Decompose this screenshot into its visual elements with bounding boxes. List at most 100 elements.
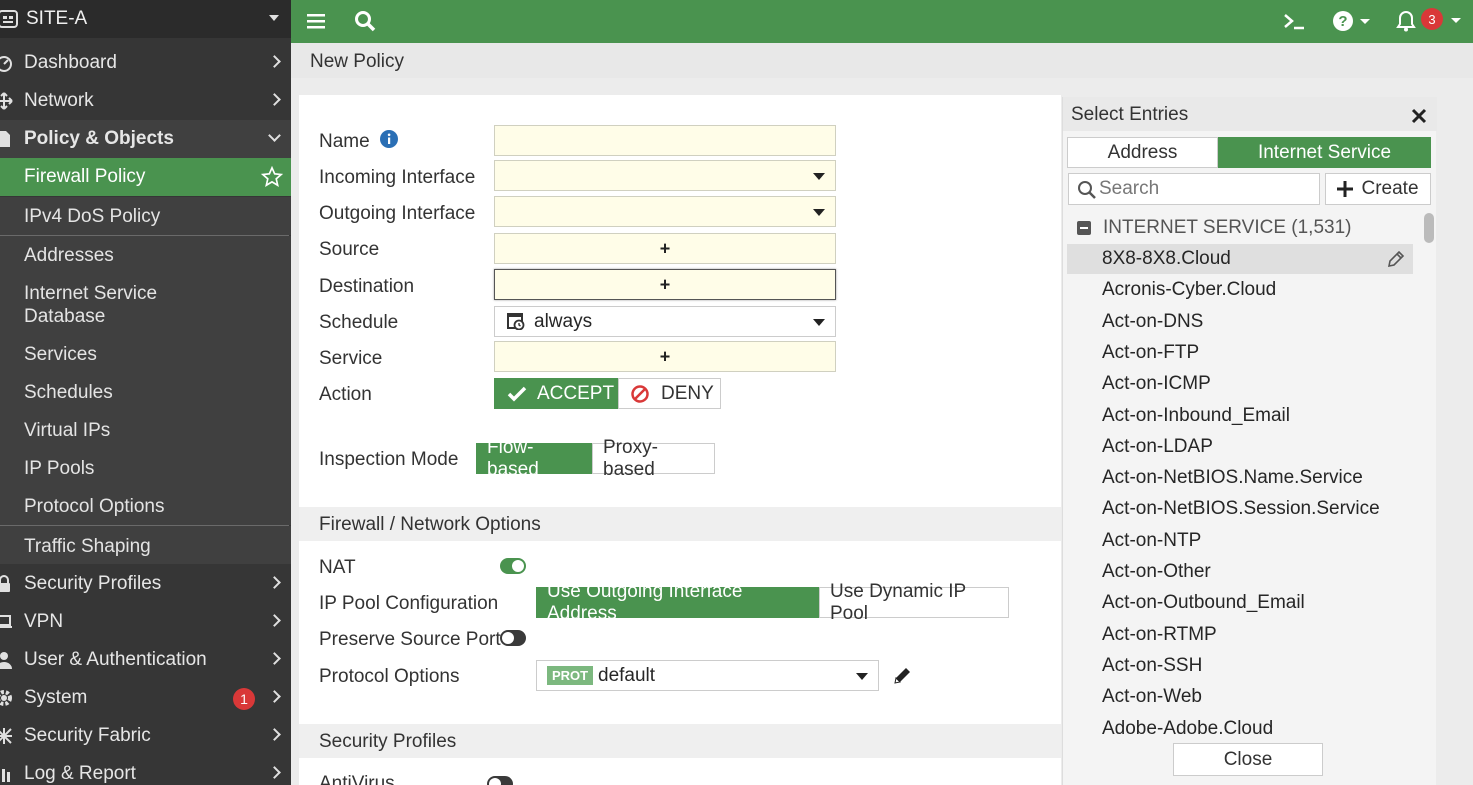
- star-icon[interactable]: [260, 165, 284, 194]
- nav-policy-objects[interactable]: Policy & Objects: [0, 120, 291, 158]
- nav-internet-service-database[interactable]: Internet Service Database: [0, 274, 291, 336]
- create-label: Create: [1361, 178, 1419, 199]
- destination-field[interactable]: +: [494, 269, 836, 300]
- accept-button[interactable]: ACCEPT: [494, 378, 618, 409]
- nav-log-report[interactable]: Log & Report: [0, 755, 291, 785]
- cli-console-icon[interactable]: [1281, 7, 1307, 35]
- list-item[interactable]: Acronis-Cyber.Cloud: [1067, 275, 1413, 305]
- section-title: Firewall / Network Options: [319, 514, 541, 535]
- schedule-icon: [507, 312, 525, 335]
- list-item[interactable]: Act-on-Web: [1067, 682, 1413, 712]
- internet-service-group[interactable]: INTERNET SERVICE (1,531): [1077, 217, 1351, 239]
- menu-icon[interactable]: [305, 7, 327, 35]
- close-button[interactable]: Close: [1173, 743, 1323, 776]
- schedule-value: always: [534, 311, 593, 332]
- use-dynamic-ip-pool-button[interactable]: Use Dynamic IP Pool: [819, 581, 1009, 624]
- nav-label: Network: [24, 90, 94, 111]
- close-icon[interactable]: [1411, 103, 1427, 130]
- entries-search[interactable]: [1068, 173, 1320, 205]
- plus-icon: [1337, 181, 1354, 197]
- list-item[interactable]: Act-on-FTP: [1067, 338, 1413, 368]
- sidebar: SITE-A Dashboard Network Policy & Object…: [0, 0, 291, 785]
- nat-label: NAT: [319, 557, 356, 578]
- chevron-down-icon[interactable]: [1449, 7, 1463, 35]
- collapse-icon[interactable]: [1077, 221, 1091, 235]
- list-item[interactable]: Act-on-NTP: [1067, 526, 1413, 556]
- preserve-source-port-toggle[interactable]: [500, 630, 526, 646]
- nav-protocol-options[interactable]: Protocol Options: [0, 488, 291, 525]
- info-icon[interactable]: [380, 130, 398, 153]
- flow-based-button[interactable]: Flow-based: [476, 437, 592, 480]
- name-input[interactable]: [494, 125, 836, 156]
- fabric-icon: [0, 726, 14, 746]
- site-name: SITE-A: [26, 8, 88, 29]
- list-item[interactable]: Act-on-NetBIOS.Name.Service: [1067, 463, 1413, 493]
- chevron-right-icon: [268, 576, 281, 589]
- search-icon[interactable]: [353, 7, 377, 35]
- schedule-select[interactable]: always: [494, 306, 836, 337]
- use-outgoing-interface-button[interactable]: Use Outgoing Interface Address: [536, 581, 819, 624]
- bar-chart-icon: [0, 764, 14, 784]
- nav-dashboard[interactable]: Dashboard: [0, 44, 291, 82]
- deny-button[interactable]: DENY: [618, 378, 721, 409]
- pencil-icon[interactable]: [1387, 250, 1405, 274]
- list-item[interactable]: Act-on-SSH: [1067, 651, 1413, 681]
- scrollbar-thumb[interactable]: [1424, 213, 1434, 243]
- protocol-options-select[interactable]: PROT default: [536, 660, 879, 691]
- search-input[interactable]: [1099, 178, 1309, 200]
- service-field[interactable]: +: [494, 341, 836, 372]
- dashboard-icon: [0, 53, 14, 73]
- list-item-label: Act-on-ICMP: [1102, 373, 1211, 395]
- list-item[interactable]: Act-on-LDAP: [1067, 432, 1413, 462]
- list-item[interactable]: Act-on-NetBIOS.Session.Service: [1067, 494, 1413, 524]
- nav-traffic-shaping[interactable]: Traffic Shaping: [0, 526, 291, 564]
- outgoing-interface-select[interactable]: [494, 196, 836, 227]
- create-button[interactable]: Create: [1325, 173, 1431, 205]
- nav-label: Protocol Options: [24, 496, 165, 517]
- nav-label: Virtual IPs: [24, 420, 111, 441]
- user-icon: [0, 650, 14, 670]
- list-item[interactable]: Act-on-Outbound_Email: [1067, 588, 1413, 618]
- list-item-label: Act-on-RTMP: [1102, 623, 1217, 645]
- tab-address[interactable]: Address: [1067, 137, 1218, 168]
- incoming-interface-select[interactable]: [494, 160, 836, 191]
- checkmark-icon: [507, 386, 527, 402]
- tab-internet-service[interactable]: Internet Service: [1218, 137, 1431, 168]
- source-field[interactable]: +: [494, 233, 836, 264]
- list-item-label: Act-on-Inbound_Email: [1102, 404, 1290, 426]
- nav-ipv4-dos-policy[interactable]: IPv4 DoS Policy: [0, 197, 291, 235]
- list-item[interactable]: Adobe-Adobe.Cloud: [1067, 714, 1413, 736]
- nav-services[interactable]: Services: [0, 336, 291, 374]
- dropdown-arrow-icon: [856, 673, 868, 680]
- nav-firewall-policy[interactable]: Firewall Policy: [0, 158, 291, 196]
- nav-network[interactable]: Network: [0, 82, 291, 120]
- list-item[interactable]: Act-on-RTMP: [1067, 620, 1413, 650]
- name-label: Name: [319, 131, 370, 152]
- list-item[interactable]: Act-on-DNS: [1067, 307, 1413, 337]
- fortigate-icon: [0, 7, 20, 31]
- nat-toggle[interactable]: [500, 558, 526, 574]
- list-item[interactable]: Act-on-Inbound_Email: [1067, 401, 1413, 431]
- list-item[interactable]: 8X8-8X8.Cloud: [1067, 244, 1413, 274]
- help-icon[interactable]: ?: [1331, 7, 1375, 35]
- edit-icon[interactable]: [892, 666, 912, 691]
- select-entries-panel: Select Entries Address Internet Service …: [1062, 97, 1437, 785]
- antivirus-toggle[interactable]: [487, 776, 513, 785]
- list-item[interactable]: Act-on-ICMP: [1067, 369, 1413, 399]
- nav-system[interactable]: System 1: [0, 679, 291, 717]
- bell-icon[interactable]: [1395, 7, 1417, 35]
- nav-virtual-ips[interactable]: Virtual IPs: [0, 412, 291, 450]
- proxy-based-button[interactable]: Proxy-based: [592, 437, 715, 480]
- nav-vpn[interactable]: VPN: [0, 603, 291, 641]
- nav-security-fabric[interactable]: Security Fabric: [0, 717, 291, 755]
- nav-ip-pools[interactable]: IP Pools: [0, 450, 291, 488]
- entries-list: INTERNET SERVICE (1,531) 8X8-8X8.Cloud Ac…: [1063, 213, 1419, 735]
- nav-addresses[interactable]: Addresses: [0, 236, 291, 274]
- nav-schedules[interactable]: Schedules: [0, 374, 291, 412]
- site-selector[interactable]: SITE-A: [0, 0, 291, 38]
- list-item[interactable]: Act-on-Other: [1067, 557, 1413, 587]
- nav-user-authentication[interactable]: User & Authentication: [0, 641, 291, 679]
- network-icon: [0, 91, 14, 111]
- plus-icon: +: [659, 274, 671, 294]
- nav-security-profiles[interactable]: Security Profiles: [0, 565, 291, 603]
